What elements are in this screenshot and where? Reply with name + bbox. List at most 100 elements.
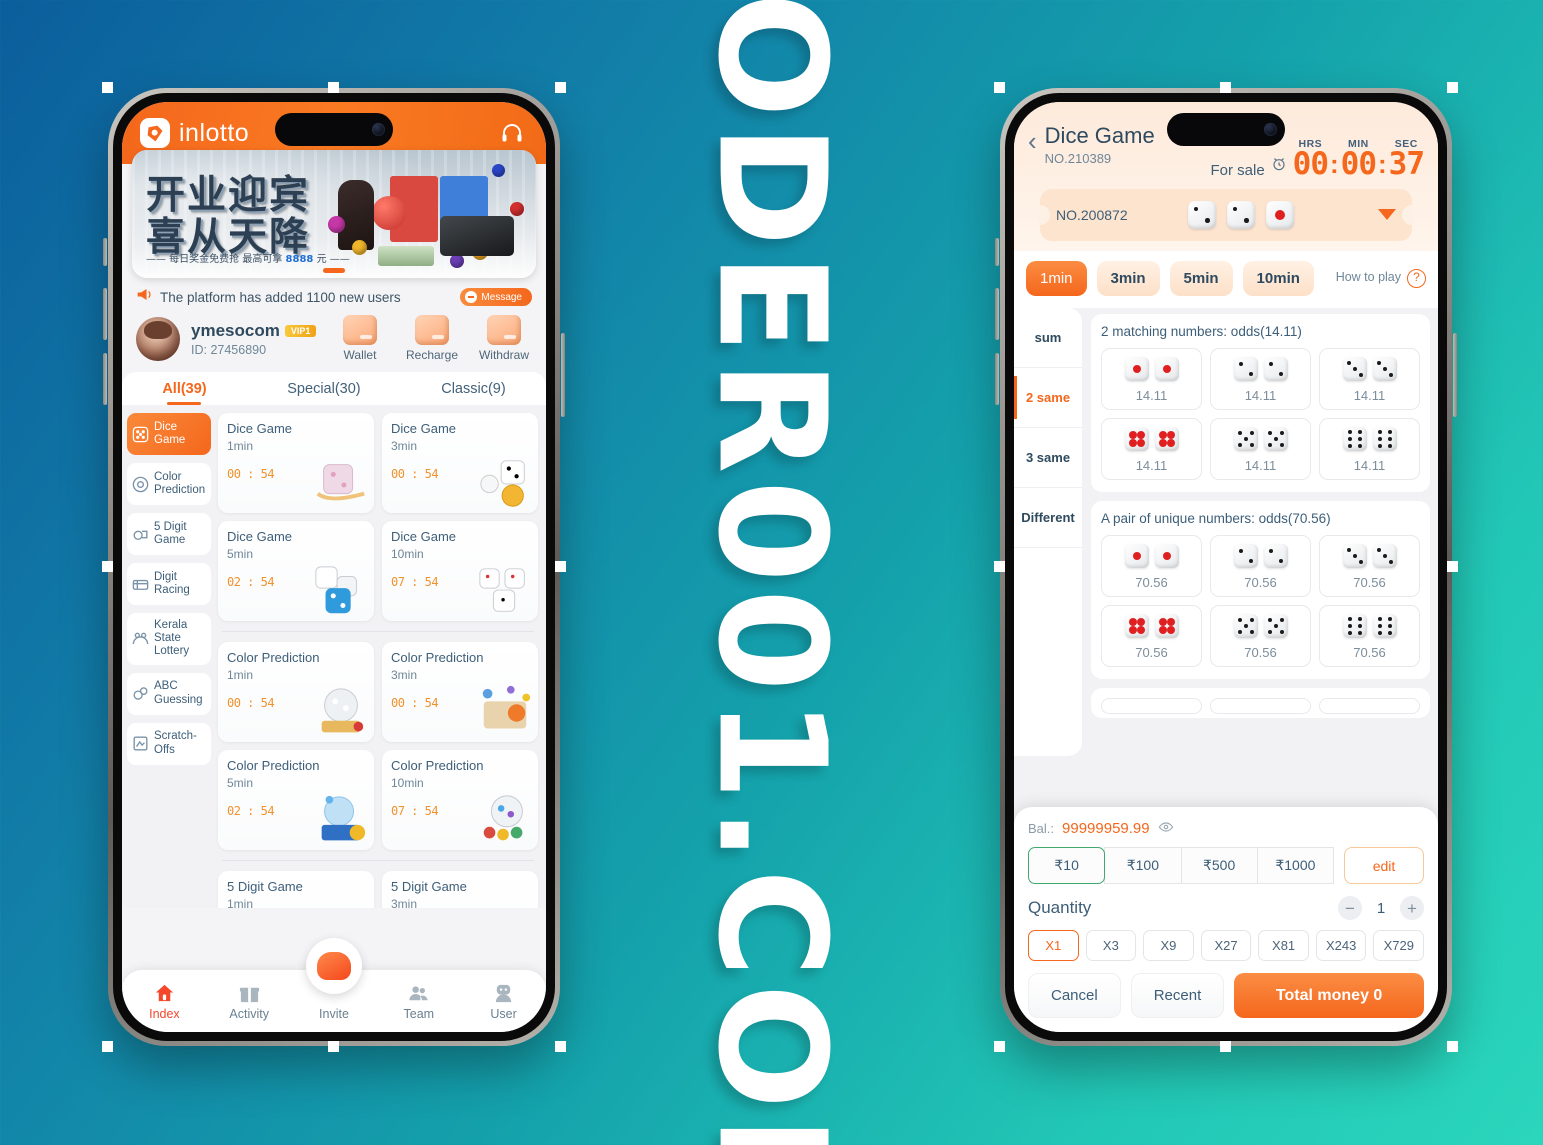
sidebar-item-5-digit-game[interactable]: 5 Digit Game: [127, 513, 211, 555]
game-card-period: 3min: [391, 668, 418, 682]
avatar[interactable]: [136, 316, 180, 361]
sidebar-item-abc-guessing[interactable]: ABC Guessing: [127, 672, 211, 715]
chevron-down-icon[interactable]: [1378, 209, 1396, 221]
selection-handle-ml[interactable]: [102, 561, 113, 572]
selection-handle-tl[interactable]: [994, 82, 1005, 93]
selection-handle-tl[interactable]: [102, 82, 113, 93]
selection-handle-bc[interactable]: [1220, 1041, 1231, 1052]
bet-cell[interactable]: [1101, 697, 1202, 714]
back-chevron-icon[interactable]: ‹: [1028, 126, 1037, 156]
game-card-name: 5 Digit Game: [391, 879, 467, 894]
game-card[interactable]: 5 Digit Game 1min: [218, 871, 374, 908]
bet-cell[interactable]: 70.56: [1101, 534, 1202, 597]
selection-handle-bl[interactable]: [102, 1041, 113, 1052]
bet-cell[interactable]: [1319, 697, 1420, 714]
game-card[interactable]: Dice Game 1min 00 : 54: [218, 413, 374, 513]
period-3min[interactable]: 3min: [1096, 260, 1160, 296]
stake-10-button[interactable]: ₹10: [1028, 847, 1106, 884]
bet-tab-3-same[interactable]: 3 same: [1014, 428, 1082, 488]
game-card[interactable]: Dice Game 10min 07 : 54: [382, 521, 538, 621]
eye-icon[interactable]: [1158, 819, 1174, 838]
recent-button[interactable]: Recent: [1130, 973, 1225, 1018]
bet-cell[interactable]: [1210, 697, 1311, 714]
period-5min[interactable]: 5min: [1169, 260, 1233, 296]
selection-handle-mr[interactable]: [555, 561, 566, 572]
stake-1000-button[interactable]: ₹1000: [1256, 847, 1334, 884]
bet-cell[interactable]: 70.56: [1210, 604, 1311, 667]
selection-handle-tc[interactable]: [1220, 82, 1231, 93]
tab-classic[interactable]: Classic(9): [441, 381, 505, 405]
bet-tab-different[interactable]: Different: [1014, 488, 1082, 548]
bet-cell[interactable]: 70.56: [1319, 534, 1420, 597]
edit-stake-button[interactable]: edit: [1344, 847, 1424, 884]
game-card[interactable]: Color Prediction 5min 02 : 54: [218, 750, 374, 850]
game-card[interactable]: Color Prediction 1min 00 : 54: [218, 642, 374, 742]
nav-item-activity[interactable]: Activity: [207, 981, 292, 1021]
selection-handle-tr[interactable]: [555, 82, 566, 93]
multiplier-x9[interactable]: X9: [1143, 930, 1194, 961]
bet-cell[interactable]: 70.56: [1101, 604, 1202, 667]
invite-fab-button[interactable]: [306, 938, 362, 994]
game-card[interactable]: Color Prediction 3min 00 : 54: [382, 642, 538, 742]
message-button[interactable]: Message: [460, 288, 532, 306]
promo-banner[interactable]: 开业迎宾 喜从天降 —— 每日奖金免费抢 最高可拿 8888 元 ——: [132, 150, 536, 278]
stake-100-button[interactable]: ₹100: [1104, 847, 1182, 884]
quick-action-recharge[interactable]: Recharge: [404, 315, 460, 362]
bet-cell[interactable]: 14.11: [1210, 417, 1311, 480]
game-card-art: [476, 684, 534, 736]
selection-handle-bl[interactable]: [994, 1041, 1005, 1052]
bet-tab-2-same[interactable]: 2 same: [1014, 368, 1082, 428]
headset-icon[interactable]: [500, 121, 524, 150]
nav-item-team[interactable]: Team: [376, 981, 461, 1021]
sidebar-item-digit-racing[interactable]: Digit Racing: [127, 563, 211, 605]
game-card-name: Color Prediction: [391, 758, 484, 773]
bet-cell[interactable]: 14.11: [1101, 417, 1202, 480]
multiplier-x243[interactable]: X243: [1315, 930, 1367, 961]
quick-action-withdraw[interactable]: Withdraw: [476, 315, 532, 362]
period-10min[interactable]: 10min: [1242, 260, 1314, 296]
banner-indicator[interactable]: [323, 268, 345, 273]
die-face-5: [1263, 613, 1288, 638]
sidebar-item-dice-game[interactable]: Dice Game: [127, 413, 211, 455]
multiplier-x729[interactable]: X729: [1373, 930, 1425, 961]
sidebar-item-scratch-offs[interactable]: Scratch-Offs: [127, 722, 211, 765]
bet-cell[interactable]: 14.11: [1319, 347, 1420, 410]
quick-action-wallet[interactable]: Wallet: [332, 315, 388, 362]
game-card[interactable]: 5 Digit Game 3min: [382, 871, 538, 908]
category-sidebar[interactable]: Dice Game Color Prediction 5 Digit Game: [122, 405, 216, 908]
plus-icon[interactable]: +: [1400, 896, 1424, 920]
how-to-play-button[interactable]: How to play ?: [1336, 268, 1426, 288]
stake-500-button[interactable]: ₹500: [1180, 847, 1258, 884]
cancel-button[interactable]: Cancel: [1028, 973, 1121, 1018]
bet-cell[interactable]: 70.56: [1319, 604, 1420, 667]
selection-handle-br[interactable]: [555, 1041, 566, 1052]
minus-icon[interactable]: −: [1338, 896, 1362, 920]
selection-handle-tc[interactable]: [328, 82, 339, 93]
selection-handle-br[interactable]: [1447, 1041, 1458, 1052]
sidebar-item-kerala-state-lottery[interactable]: Kerala State Lottery: [127, 613, 211, 665]
selection-handle-ml[interactable]: [994, 561, 1005, 572]
bet-cell[interactable]: 14.11: [1101, 347, 1202, 410]
tab-all[interactable]: All(39): [162, 381, 206, 405]
bet-cell[interactable]: 14.11: [1319, 417, 1420, 480]
bet-cell[interactable]: 70.56: [1210, 534, 1311, 597]
nav-item-user[interactable]: User: [461, 981, 546, 1021]
last-result-bar[interactable]: NO.200872: [1039, 188, 1413, 241]
multiplier-x27[interactable]: X27: [1200, 930, 1252, 961]
game-card[interactable]: Dice Game 5min 02 : 54: [218, 521, 374, 621]
nav-item-index[interactable]: Index: [122, 981, 207, 1021]
selection-handle-tr[interactable]: [1447, 82, 1458, 93]
multiplier-x81[interactable]: X81: [1258, 930, 1309, 961]
period-1min[interactable]: 1min: [1026, 260, 1087, 296]
game-card[interactable]: Dice Game 3min 00 : 54: [382, 413, 538, 513]
multiplier-x3[interactable]: X3: [1085, 930, 1137, 961]
bet-tab-sum[interactable]: sum: [1014, 308, 1082, 368]
sidebar-item-color-prediction[interactable]: Color Prediction: [127, 463, 211, 505]
game-card[interactable]: Color Prediction 10min 07 : 54: [382, 750, 538, 850]
total-money-button[interactable]: Total money 0: [1234, 973, 1424, 1018]
selection-handle-bc[interactable]: [328, 1041, 339, 1052]
tab-special[interactable]: Special(30): [287, 381, 360, 405]
selection-handle-mr[interactable]: [1447, 561, 1458, 572]
bet-cell[interactable]: 14.11: [1210, 347, 1311, 410]
multiplier-x1[interactable]: X1: [1028, 930, 1079, 961]
